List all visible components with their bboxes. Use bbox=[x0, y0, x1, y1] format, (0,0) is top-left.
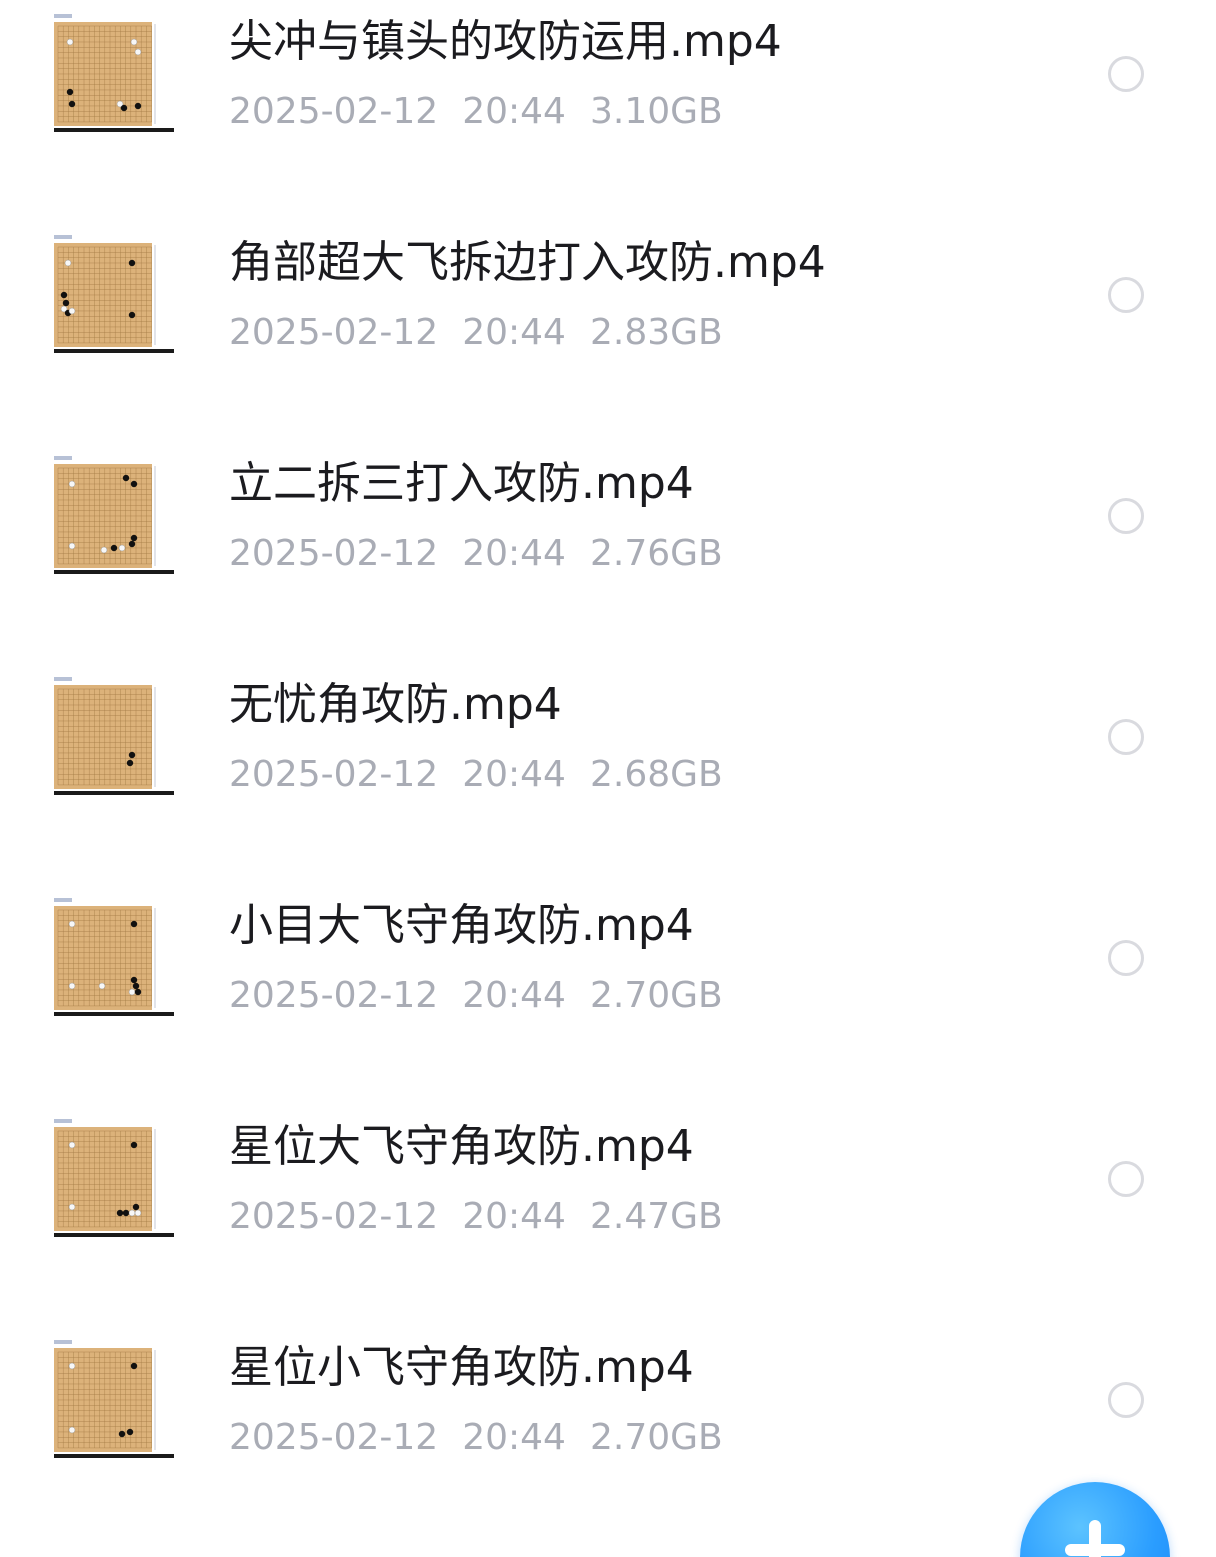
file-date: 2025-02-12 bbox=[229, 1417, 439, 1458]
file-size: 2.68GB bbox=[589, 754, 723, 795]
file-name: 立二拆三打入攻防.mp4 bbox=[229, 458, 694, 509]
file-meta: 2025-02-12 20:44 2.83GB bbox=[229, 311, 723, 355]
file-size: 2.70GB bbox=[589, 975, 723, 1016]
select-radio[interactable] bbox=[1108, 498, 1144, 534]
file-row[interactable]: 无忧角攻防.mp4 2025-02-12 20:44 2.68GB bbox=[0, 663, 1216, 884]
file-meta: 2025-02-12 20:44 2.68GB bbox=[229, 753, 723, 797]
file-list-page: 尖冲与镇头的攻防运用.mp4 2025-02-12 20:44 3.10GB 角部超大飞… bbox=[0, 0, 1216, 1557]
file-name: 小目大飞守角攻防.mp4 bbox=[229, 900, 694, 951]
select-radio[interactable] bbox=[1108, 719, 1144, 755]
file-date: 2025-02-12 bbox=[229, 1196, 439, 1237]
video-thumbnail-icon bbox=[52, 896, 174, 1018]
file-row[interactable]: 尖冲与镇头的攻防运用.mp4 2025-02-12 20:44 3.10GB bbox=[0, 0, 1216, 221]
video-thumbnail-icon bbox=[52, 675, 174, 797]
file-time: 20:44 bbox=[462, 975, 566, 1016]
file-name: 角部超大飞拆边打入攻防.mp4 bbox=[229, 237, 826, 288]
select-radio[interactable] bbox=[1108, 1382, 1144, 1418]
file-meta: 2025-02-12 20:44 2.70GB bbox=[229, 1416, 723, 1460]
video-thumbnail-icon bbox=[52, 1117, 174, 1239]
file-name: 尖冲与镇头的攻防运用.mp4 bbox=[229, 16, 782, 67]
file-row[interactable]: 角部超大飞拆边打入攻防.mp4 2025-02-12 20:44 2.83GB bbox=[0, 221, 1216, 442]
file-size: 2.76GB bbox=[589, 533, 723, 574]
file-size: 2.70GB bbox=[589, 1417, 723, 1458]
file-meta: 2025-02-12 20:44 2.76GB bbox=[229, 532, 723, 576]
file-size: 2.83GB bbox=[589, 312, 723, 353]
file-date: 2025-02-12 bbox=[229, 312, 439, 353]
video-thumbnail-icon bbox=[52, 233, 174, 355]
select-radio[interactable] bbox=[1108, 940, 1144, 976]
file-time: 20:44 bbox=[462, 312, 566, 353]
file-meta: 2025-02-12 20:44 3.10GB bbox=[229, 90, 723, 134]
file-time: 20:44 bbox=[462, 1196, 566, 1237]
file-date: 2025-02-12 bbox=[229, 975, 439, 1016]
select-radio[interactable] bbox=[1108, 1161, 1144, 1197]
plus-icon-bar bbox=[1065, 1544, 1125, 1556]
file-date: 2025-02-12 bbox=[229, 91, 439, 132]
file-time: 20:44 bbox=[462, 533, 566, 574]
file-size: 2.47GB bbox=[589, 1196, 723, 1237]
file-time: 20:44 bbox=[462, 1417, 566, 1458]
file-row[interactable]: 立二拆三打入攻防.mp4 2025-02-12 20:44 2.76GB bbox=[0, 442, 1216, 663]
file-row[interactable]: 小目大飞守角攻防.mp4 2025-02-12 20:44 2.70GB bbox=[0, 884, 1216, 1105]
file-meta: 2025-02-12 20:44 2.47GB bbox=[229, 1195, 723, 1239]
select-radio[interactable] bbox=[1108, 277, 1144, 313]
video-thumbnail-icon bbox=[52, 454, 174, 576]
file-row[interactable]: 星位大飞守角攻防.mp4 2025-02-12 20:44 2.47GB bbox=[0, 1105, 1216, 1326]
video-thumbnail-icon bbox=[52, 1338, 174, 1460]
file-name: 星位大飞守角攻防.mp4 bbox=[229, 1121, 694, 1172]
video-thumbnail-icon bbox=[52, 12, 174, 134]
file-time: 20:44 bbox=[462, 91, 566, 132]
file-name: 无忧角攻防.mp4 bbox=[229, 679, 562, 730]
file-time: 20:44 bbox=[462, 754, 566, 795]
select-radio[interactable] bbox=[1108, 56, 1144, 92]
file-meta: 2025-02-12 20:44 2.70GB bbox=[229, 974, 723, 1018]
file-date: 2025-02-12 bbox=[229, 754, 439, 795]
file-name: 星位小飞守角攻防.mp4 bbox=[229, 1342, 694, 1393]
file-date: 2025-02-12 bbox=[229, 533, 439, 574]
file-size: 3.10GB bbox=[589, 91, 723, 132]
